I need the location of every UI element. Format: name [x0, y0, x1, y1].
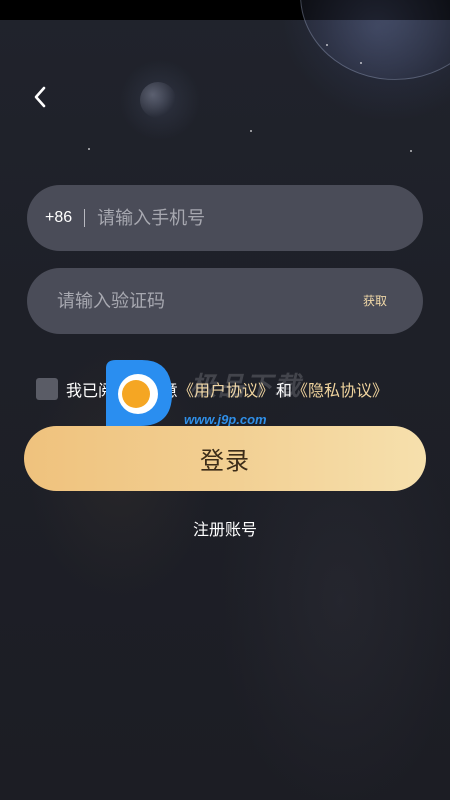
country-code[interactable]: +86: [45, 209, 72, 227]
watermark-url: www.j9p.com: [184, 412, 267, 427]
phone-input[interactable]: [97, 207, 378, 229]
moon-decoration: [140, 82, 176, 118]
login-screen: +86 获取 我已阅读并同意 《用户协议》 和 《隐私协议》 极品下载 www.…: [0, 0, 450, 800]
back-button[interactable]: [26, 82, 54, 112]
code-field[interactable]: 获取: [27, 268, 423, 334]
verification-code-input[interactable]: [57, 290, 317, 312]
star-decoration: [360, 62, 362, 64]
phone-field[interactable]: +86: [27, 185, 423, 251]
register-account-link[interactable]: 注册账号: [0, 516, 450, 540]
divider: [84, 209, 86, 227]
star-decoration: [88, 148, 90, 150]
chevron-left-icon: [34, 86, 46, 108]
star-decoration: [410, 150, 412, 152]
planet-decoration: [300, 0, 450, 80]
login-button[interactable]: 登录: [24, 426, 426, 491]
watermark-title: 极品下载: [190, 372, 303, 402]
star-decoration: [326, 44, 328, 46]
get-code-button[interactable]: 获取: [363, 268, 387, 334]
star-decoration: [250, 130, 252, 132]
agreement-checkbox[interactable]: [36, 378, 58, 400]
